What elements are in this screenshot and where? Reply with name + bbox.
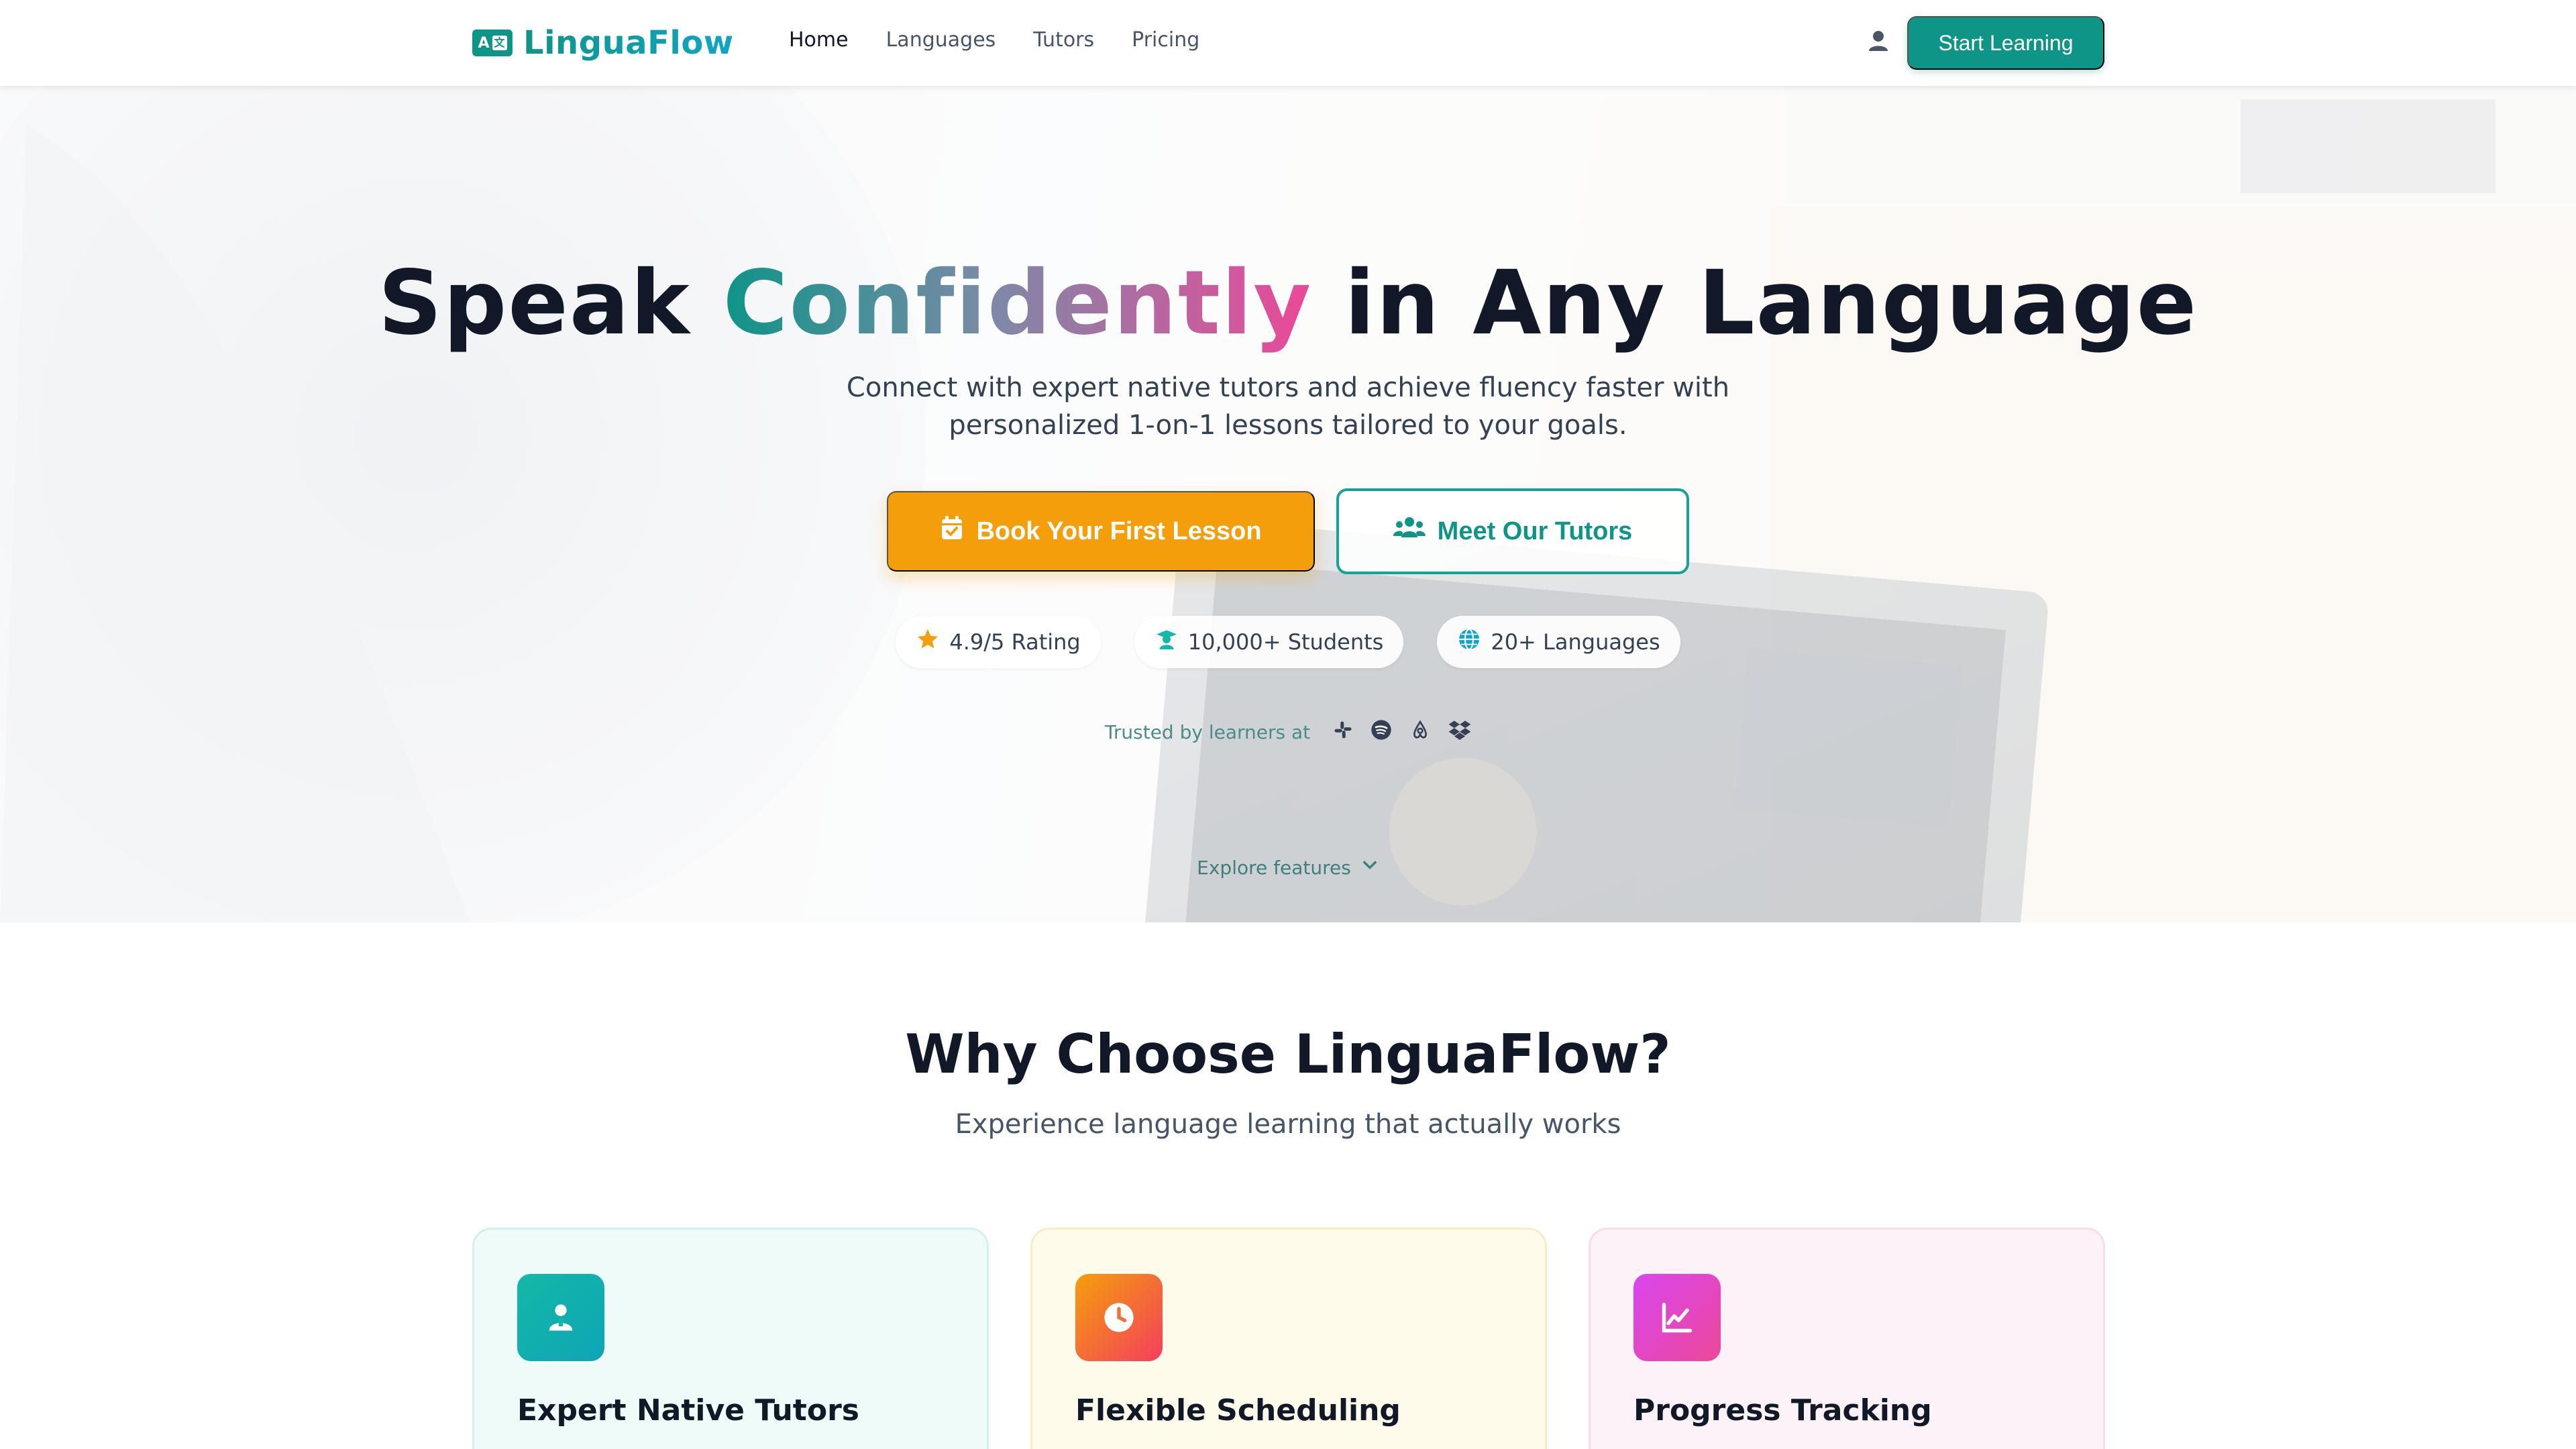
hero-title: Speak Confidently in Any Language: [0, 250, 2576, 357]
logo-glyph: 文: [492, 36, 507, 50]
feature-card-tutors: Expert Native Tutors: [472, 1228, 989, 1449]
slack-icon: [1333, 720, 1353, 745]
nav-link-languages[interactable]: Languages: [886, 27, 996, 54]
brand-name: LinguaFlow: [523, 24, 734, 62]
explore-features-link[interactable]: Explore features: [0, 856, 2576, 879]
book-first-lesson-label: Book Your First Lesson: [976, 517, 1262, 545]
hero-title-start: Speak: [378, 252, 723, 355]
hero-title-highlight: Confidently: [722, 252, 1313, 355]
meet-our-tutors-label: Meet Our Tutors: [1437, 517, 1633, 545]
stat-students: 10,000+ Students: [1134, 616, 1404, 668]
clock-icon: [1075, 1274, 1163, 1361]
feature-card-title: Progress Tracking: [1633, 1393, 1932, 1428]
feature-card-progress: Progress Tracking: [1589, 1228, 2105, 1449]
hero-subtitle-line-1: Connect with expert native tutors and ac…: [846, 372, 1730, 403]
stat-students-label: 10,000+ Students: [1187, 629, 1384, 655]
feature-card-title: Expert Native Tutors: [517, 1393, 859, 1428]
hero-section: Speak Confidently in Any Language Connec…: [0, 86, 2576, 922]
spotify-icon: [1371, 719, 1392, 745]
nav-link-home[interactable]: Home: [789, 27, 849, 54]
users-icon: [1393, 515, 1426, 548]
globe-icon: [1457, 627, 1481, 657]
chart-line-icon: [1633, 1274, 1721, 1361]
stat-rating: 4.9/5 Rating: [896, 616, 1101, 668]
language-logo-icon: A 文: [472, 30, 513, 56]
nav-link-tutors[interactable]: Tutors: [1033, 27, 1094, 54]
nav-link-pricing[interactable]: Pricing: [1132, 27, 1199, 54]
chevron-down-icon: [1360, 856, 1379, 879]
calendar-check-icon: [940, 515, 964, 548]
top-navbar: A 文 LinguaFlow Home Languages Tutors Pri…: [0, 0, 2576, 86]
hero-stats: 4.9/5 Rating 10,000+ Students 20+ Langua…: [0, 616, 2576, 668]
book-first-lesson-button[interactable]: Book Your First Lesson: [887, 491, 1315, 572]
feature-card-scheduling: Flexible Scheduling: [1030, 1228, 1547, 1449]
hero-subtitle-line-2: personalized 1-on-1 lessons tailored to …: [949, 410, 1627, 441]
meet-our-tutors-button[interactable]: Meet Our Tutors: [1336, 488, 1689, 574]
why-section-subtitle: Experience language learning that actual…: [955, 1109, 1621, 1140]
dropbox-icon: [1448, 720, 1471, 745]
why-section-title: Why Choose LinguaFlow?: [905, 1023, 1671, 1085]
star-icon: [916, 627, 940, 657]
user-icon[interactable]: [1862, 25, 1894, 58]
brand-logo[interactable]: A 文 LinguaFlow: [472, 23, 734, 63]
feature-card-title: Flexible Scheduling: [1075, 1393, 1401, 1428]
explore-features-label: Explore features: [1197, 857, 1351, 879]
trusted-by-label: Trusted by learners at: [1104, 721, 1311, 743]
stat-languages-label: 20+ Languages: [1491, 629, 1660, 655]
hero-subtitle: Connect with expert native tutors and ac…: [751, 369, 1825, 444]
airbnb-icon: [1409, 719, 1431, 745]
hero-title-end: in Any Language: [1312, 252, 2198, 355]
stat-languages: 20+ Languages: [1437, 616, 1680, 668]
start-learning-button[interactable]: Start Learning: [1907, 16, 2104, 70]
tutor-icon: [517, 1274, 604, 1361]
logo-letter: A: [478, 34, 490, 52]
stat-rating-label: 4.9/5 Rating: [949, 629, 1081, 655]
graduate-icon: [1155, 627, 1179, 657]
main-nav: Home Languages Tutors Pricing: [789, 27, 1199, 54]
trusted-by: Trusted by learners at: [0, 719, 2576, 745]
trusted-logos: [1333, 719, 1471, 745]
